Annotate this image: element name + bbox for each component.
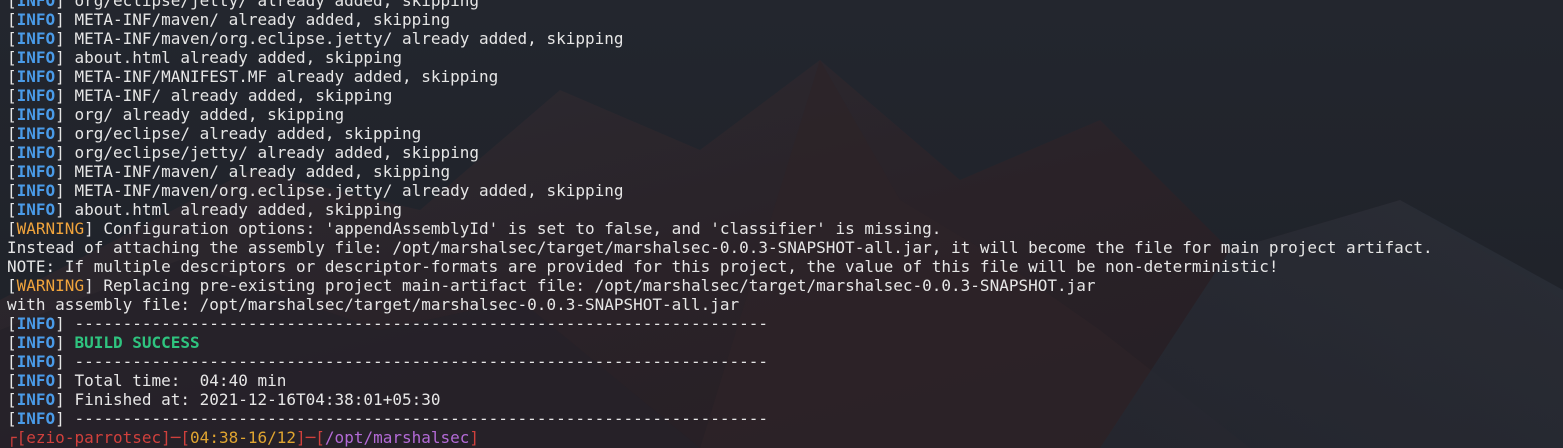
prompt-user: ezio-parrotsec (26, 428, 162, 447)
output-line: [INFO] Finished at: 2021-12-16T04:38:01+… (7, 390, 441, 409)
log-level-tag: INFO (16, 29, 56, 48)
log-message: META-INF/maven/org.eclipse.jetty/ alread… (74, 181, 624, 200)
log-level-tag: INFO (16, 105, 56, 124)
output-line: Instead of attaching the assembly file: … (7, 238, 1563, 257)
log-level-tag: INFO (16, 371, 56, 390)
terminal-window[interactable]: [INFO] org/eclipse/jetty/ already added,… (0, 0, 1563, 448)
output-line: [INFO] org/ already added, skipping (7, 105, 345, 124)
prompt-path: /opt/marshalsec (324, 428, 470, 447)
log-message: Instead of attaching the assembly file: … (7, 238, 1433, 257)
log-message: about.html already added, skipping (74, 200, 402, 219)
log-level-tag: INFO (16, 143, 56, 162)
output-line: [INFO] BUILD SUCCESS (7, 333, 200, 352)
output-line: [WARNING] Replacing pre-existing project… (7, 276, 1096, 295)
log-separator: ----------------------------------------… (74, 409, 768, 428)
log-level-tag: WARNING (16, 219, 85, 238)
log-level-tag: INFO (16, 390, 56, 409)
log-level-tag: INFO (16, 314, 56, 333)
log-level-tag: INFO (16, 181, 56, 200)
log-separator: ----------------------------------------… (74, 314, 768, 333)
log-message: org/eclipse/jetty/ already added, skippi… (74, 143, 480, 162)
log-level-tag: INFO (16, 10, 56, 29)
log-level-tag: INFO (16, 86, 56, 105)
output-line: with assembly file: /opt/marshalsec/targ… (7, 295, 1563, 314)
log-level-tag: INFO (16, 48, 56, 67)
log-message: META-INF/maven/org.eclipse.jetty/ alread… (74, 29, 624, 48)
prompt-corner: ┌ (7, 428, 17, 447)
log-message: META-INF/maven/ already added, skipping (74, 10, 451, 29)
output-line: NOTE: If multiple descriptors or descrip… (7, 257, 1563, 276)
prompt-time: 04:38-16/12 (190, 428, 297, 447)
output-line: [INFO] META-INF/maven/ already added, sk… (7, 10, 451, 29)
terminal-output[interactable]: [INFO] org/eclipse/jetty/ already added,… (7, 0, 1563, 447)
output-line: [INFO] META-INF/maven/org.eclipse.jetty/… (7, 29, 624, 48)
log-message: NOTE: If multiple descriptors or descrip… (7, 257, 1279, 276)
output-line: [INFO] org/eclipse/jetty/ already added,… (7, 0, 1563, 10)
log-level-tag: INFO (16, 200, 56, 219)
log-message: META-INF/ already added, skipping (74, 86, 393, 105)
log-level-tag: INFO (16, 0, 56, 10)
log-message: Replacing pre-existing project main-arti… (103, 276, 1096, 295)
log-message: org/eclipse/jetty/ already added, skippi… (74, 0, 480, 10)
log-level-tag: WARNING (16, 276, 85, 295)
output-line: [INFO] org/eclipse/jetty/ already added,… (7, 143, 480, 162)
log-message: org/ already added, skipping (74, 105, 345, 124)
log-message: Finished at: 2021-12-16T04:38:01+05:30 (74, 390, 441, 409)
log-level-tag: INFO (16, 333, 56, 352)
build-status: BUILD SUCCESS (74, 333, 200, 352)
log-message: META-INF/maven/ already added, skipping (74, 162, 451, 181)
output-line: [INFO] Total time: 04:40 min (7, 371, 287, 390)
output-line: [INFO] META-INF/ already added, skipping (7, 86, 393, 105)
log-level-tag: INFO (16, 352, 56, 371)
output-line: [INFO] META-INF/maven/ already added, sk… (7, 162, 451, 181)
output-line: [INFO] ---------------------------------… (7, 314, 768, 333)
log-level-tag: INFO (16, 67, 56, 86)
output-line: [INFO] about.html already added, skippin… (7, 48, 402, 67)
log-message: with assembly file: /opt/marshalsec/targ… (7, 295, 740, 314)
shell-prompt[interactable]: ┌[ezio-parrotsec]─[04:38-16/12]─[/opt/ma… (7, 428, 1563, 447)
log-level-tag: INFO (16, 409, 56, 428)
output-line: [INFO] org/eclipse/ already added, skipp… (7, 124, 422, 143)
output-line: [INFO] ---------------------------------… (7, 352, 768, 371)
log-message: org/eclipse/ already added, skipping (74, 124, 422, 143)
log-level-tag: INFO (16, 124, 56, 143)
output-line: [INFO] ---------------------------------… (7, 409, 768, 428)
output-line: [INFO] META-INF/MANIFEST.MF already adde… (7, 67, 499, 86)
log-message: META-INF/MANIFEST.MF already added, skip… (74, 67, 499, 86)
log-level-tag: INFO (16, 162, 56, 181)
log-separator: ----------------------------------------… (74, 352, 768, 371)
output-line: [WARNING] Configuration options: 'append… (7, 219, 942, 238)
output-line: [INFO] META-INF/maven/org.eclipse.jetty/… (7, 181, 624, 200)
log-message: about.html already added, skipping (74, 48, 402, 67)
log-message: Total time: 04:40 min (74, 371, 287, 390)
output-line: [INFO] about.html already added, skippin… (7, 200, 402, 219)
log-message: Configuration options: 'appendAssemblyId… (103, 219, 942, 238)
